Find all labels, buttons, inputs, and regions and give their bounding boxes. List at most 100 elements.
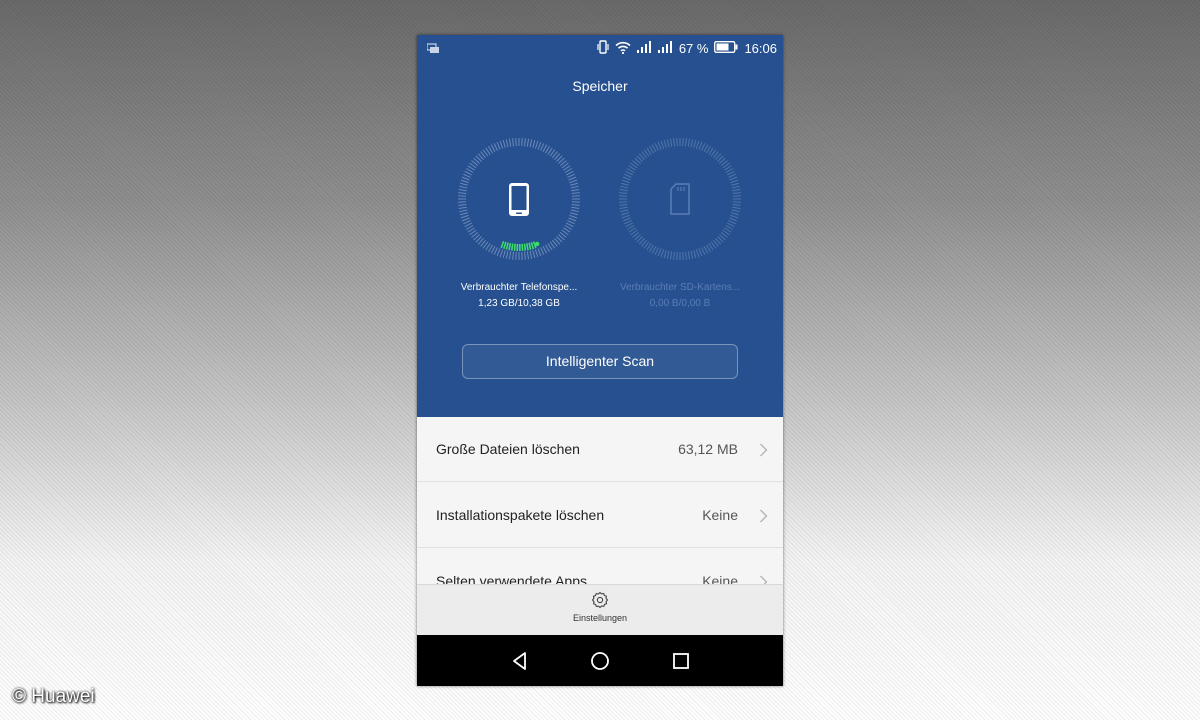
gauge-tick [460,179,469,184]
gauge-tick [569,179,578,184]
gauge-tick [534,249,539,258]
gauge-tick [461,217,470,222]
gauge-tick [731,212,740,216]
gauge-tick [540,247,545,255]
gauge-tick [654,247,659,255]
gauge-tick [460,214,469,219]
list-item-install-packages[interactable]: Installationspakete löschen Keine [417,483,783,548]
gauge-tick [532,139,536,148]
gauge-tick [459,185,468,189]
sd-storage-label: Verbrauchter SD-Kartens... 0,00 B/0,00 B [605,280,755,312]
gauge-tick [571,206,580,210]
phone-screen: 67 % 16:06 Speicher Verbrauchter Telefon… [417,35,783,686]
phone-storage-value: 1,23 GB/10,38 GB [478,298,560,309]
gauge-tick [619,188,628,192]
gauge-tick [571,204,580,206]
list-item-label: Installationspakete löschen [436,507,605,523]
gauge-used-tick [528,242,532,250]
gauge-tick [669,251,673,260]
gauge-tick [698,248,703,257]
gauge-tick [534,140,539,149]
gauge-tick [624,173,632,178]
gauge-tick [464,170,473,176]
gauge-tick [730,214,739,219]
gauge-tick [568,176,577,181]
vibrate-icon [597,40,609,58]
gauge-tick [542,245,548,254]
list-item-label: Große Dateien löschen [436,441,580,457]
gauge-tick [508,251,512,260]
phone-storage-title: Verbrauchter Telefonspe... [460,282,578,293]
chevron-right-icon [759,443,768,457]
gauge-tick [651,144,657,153]
home-icon[interactable] [588,649,612,673]
gauge-tick [625,222,634,228]
gauge-tick [508,138,512,147]
signal-icon [657,41,673,57]
gauge-tick [620,185,629,189]
smart-scan-button[interactable]: Intelligenter Scan [462,344,738,379]
gauge-tick [660,140,665,149]
gauge-tick [619,192,628,194]
gauge-tick [654,143,659,151]
sd-storage-gauge[interactable] [618,137,742,261]
gauge-tick [505,139,509,148]
gauge-tick [493,143,498,151]
gauge-tick [624,220,632,225]
back-icon[interactable] [508,649,532,673]
gauge-used-tick [500,241,505,249]
gauge-tick [619,204,628,206]
gauge-used-tick [508,243,512,251]
gauge-tick [567,173,575,178]
list-item-large-files[interactable]: Große Dateien löschen 63,12 MB [417,417,783,482]
gauge-tick [529,139,533,148]
gauge-tick [502,139,506,148]
gauge-tick [651,245,657,254]
battery-percent: 67 % [678,41,709,56]
gauge-used-tick [530,242,535,250]
gauge-tick [698,141,703,150]
gauge-tick [728,220,736,225]
gauge-tick [731,209,740,213]
gauge-tick [499,140,504,149]
page-title: Speicher [572,78,628,94]
gauge-tick [663,139,667,148]
gauge-tick [532,250,536,259]
phone-storage-gauge[interactable] [457,137,581,261]
gauge-tick [622,217,631,222]
gauge-tick [463,173,471,178]
gauge-tick [703,144,709,153]
gauge-tick [660,249,665,258]
gauge-tick [729,217,738,222]
gauge-tick [695,140,700,149]
gauge-tick [728,173,736,178]
gauge-tick [657,141,662,150]
gauge-tick [512,251,514,260]
recents-icon[interactable] [669,649,693,673]
gauge-tick [540,143,545,151]
gauge-tick [496,248,501,257]
sd-storage-title: Verbrauchter SD-Kartens... [619,282,741,293]
gauge-tick [695,249,700,258]
gauge-used-tick [510,243,514,251]
settings-button[interactable]: Einstellungen [560,591,640,633]
gauge-tick [731,182,740,186]
gauge-tick [502,250,506,259]
gauge-used-tick [503,241,507,249]
gauge-tick [529,250,533,259]
gauge-tick [493,247,498,255]
gauge-tick [542,144,548,153]
wifi-icon [615,41,631,58]
gauge-tick [666,139,670,148]
gauge-progress-dot [534,241,540,247]
gauge-tick [490,245,496,254]
gauge-tick [458,204,467,206]
gauge-tick [570,209,579,213]
gauge-tick [458,206,467,210]
gauge-tick [657,248,662,257]
gauge-tick [685,251,687,260]
gauge-tick [669,138,673,147]
gauge-tick [703,245,709,254]
gauge-tick [458,192,467,194]
gauge-tick [625,170,634,176]
